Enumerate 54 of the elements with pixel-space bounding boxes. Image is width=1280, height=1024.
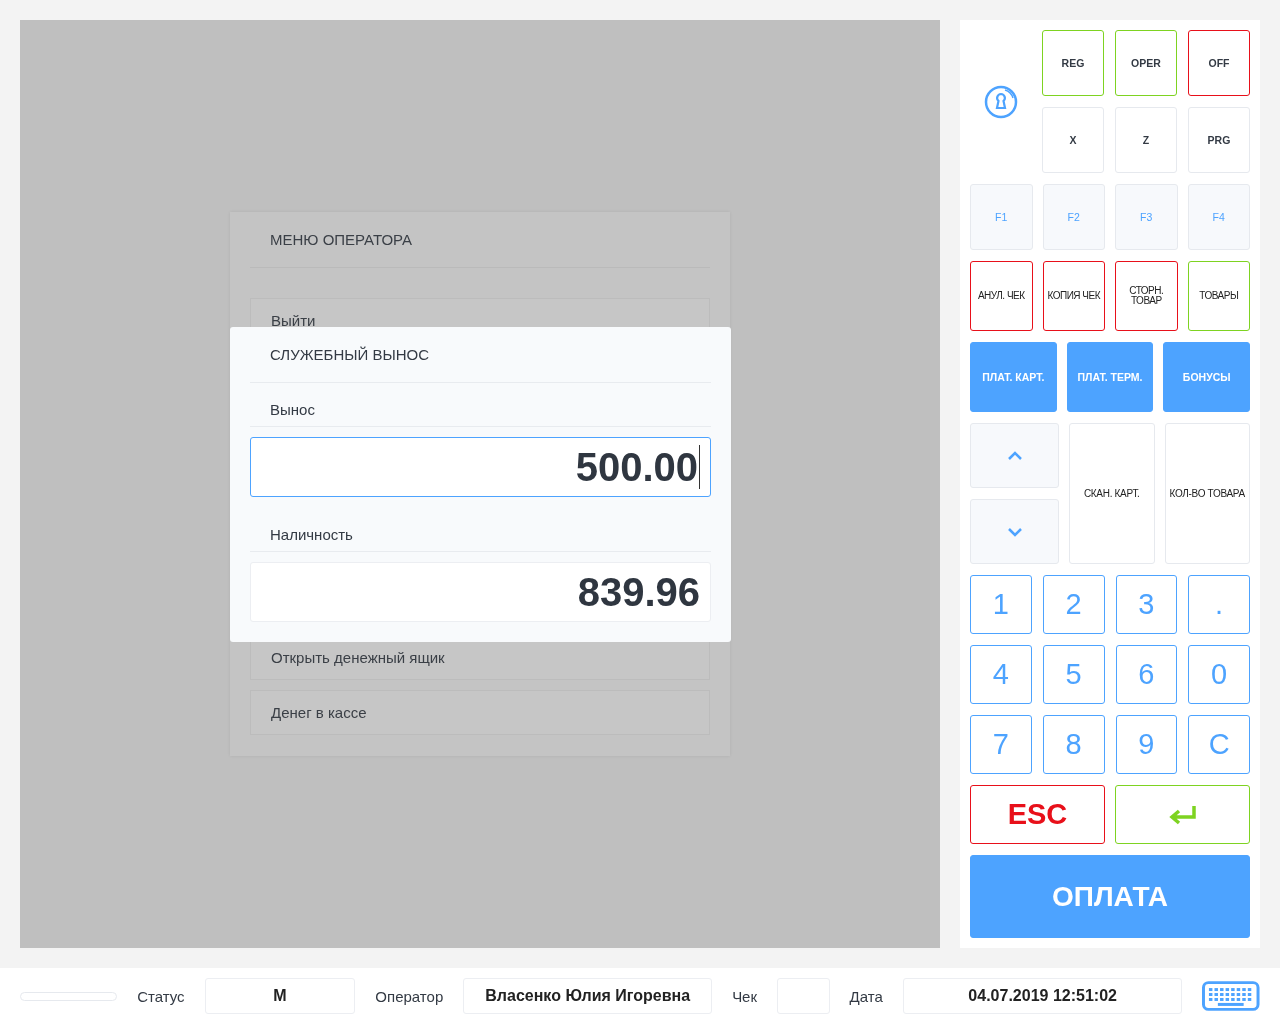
key-button[interactable]: 9 — [1115, 715, 1178, 774]
key-button[interactable]: АНУЛ. ЧЕК — [970, 261, 1033, 331]
dialog-title: СЛУЖЕБНЫЙ ВЫНОС — [250, 327, 711, 383]
menu-title: МЕНЮ ОПЕРАТОРА — [250, 212, 710, 268]
amount-field[interactable]: 839.96 — [250, 562, 711, 622]
key-button[interactable]: 0 — [1188, 645, 1250, 704]
key-button[interactable]: КОЛ-ВО ТОВАРА — [1164, 423, 1250, 564]
status-label: Статус — [137, 987, 185, 1005]
operator-label: Оператор — [375, 987, 444, 1005]
keyboard-icon[interactable] — [1202, 981, 1260, 1011]
key-button[interactable]: 8 — [1042, 715, 1105, 774]
key-button[interactable]: X — [1042, 107, 1104, 173]
key-button[interactable]: ТОВАРЫ — [1187, 261, 1250, 331]
key-button[interactable]: 4 — [970, 645, 1032, 704]
date-value: 04.07.2019 12:51:02 — [902, 978, 1183, 1014]
field-label: Вынос — [250, 383, 711, 427]
chevron-up-icon — [1006, 450, 1023, 461]
key-button[interactable]: REG — [1042, 30, 1104, 96]
key-button[interactable]: F4 — [1187, 184, 1250, 250]
key-button[interactable]: . — [1188, 575, 1250, 634]
key-button[interactable]: ПЛАТ. ТЕРМ. — [1066, 342, 1154, 412]
enter-button[interactable] — [1115, 785, 1250, 844]
operator-value: Власенко Юлия Игоревна — [463, 978, 713, 1014]
key-button[interactable]: F2 — [1042, 184, 1105, 250]
key-button[interactable]: Z — [1115, 107, 1177, 173]
amount-field[interactable]: 500.00 — [250, 437, 711, 497]
key-button[interactable]: 7 — [970, 715, 1032, 774]
key-lock-icon[interactable] — [983, 83, 1019, 120]
key-button[interactable]: СКАН. КАРТ. — [1069, 423, 1155, 564]
date-label: Дата — [849, 987, 883, 1005]
key-button[interactable]: PRG — [1188, 107, 1250, 173]
menu-item[interactable]: Денег в кассе — [250, 690, 710, 735]
key-button[interactable]: 2 — [1042, 575, 1105, 634]
key-button[interactable]: 1 — [970, 575, 1032, 634]
escape-button[interactable]: ESC — [970, 785, 1105, 844]
up-button[interactable] — [970, 423, 1059, 488]
key-button[interactable]: 5 — [1042, 645, 1105, 704]
receipt-label: Чек — [732, 987, 758, 1005]
down-button[interactable] — [970, 499, 1059, 564]
key-button[interactable]: СТОРН. ТОВАР — [1115, 261, 1178, 331]
status-value: M — [204, 978, 356, 1014]
key-button[interactable]: БОНУСЫ — [1163, 342, 1250, 412]
pay-button[interactable]: ОПЛАТА — [970, 855, 1250, 938]
key-button[interactable]: C — [1188, 715, 1250, 774]
key-button[interactable]: F1 — [970, 184, 1033, 250]
key-button[interactable]: OPER — [1115, 30, 1177, 96]
key-button[interactable]: OFF — [1188, 30, 1250, 96]
chevron-down-icon — [1006, 526, 1023, 537]
key-button[interactable]: F3 — [1115, 184, 1178, 250]
key-button[interactable]: КОПИЯ ЧЕК — [1042, 261, 1105, 331]
key-button[interactable]: 3 — [1115, 575, 1178, 634]
key-button[interactable]: ПЛАТ. КАРТ. — [970, 342, 1057, 412]
field-label: Наличность — [250, 497, 711, 552]
key-button[interactable]: 6 — [1115, 645, 1178, 704]
